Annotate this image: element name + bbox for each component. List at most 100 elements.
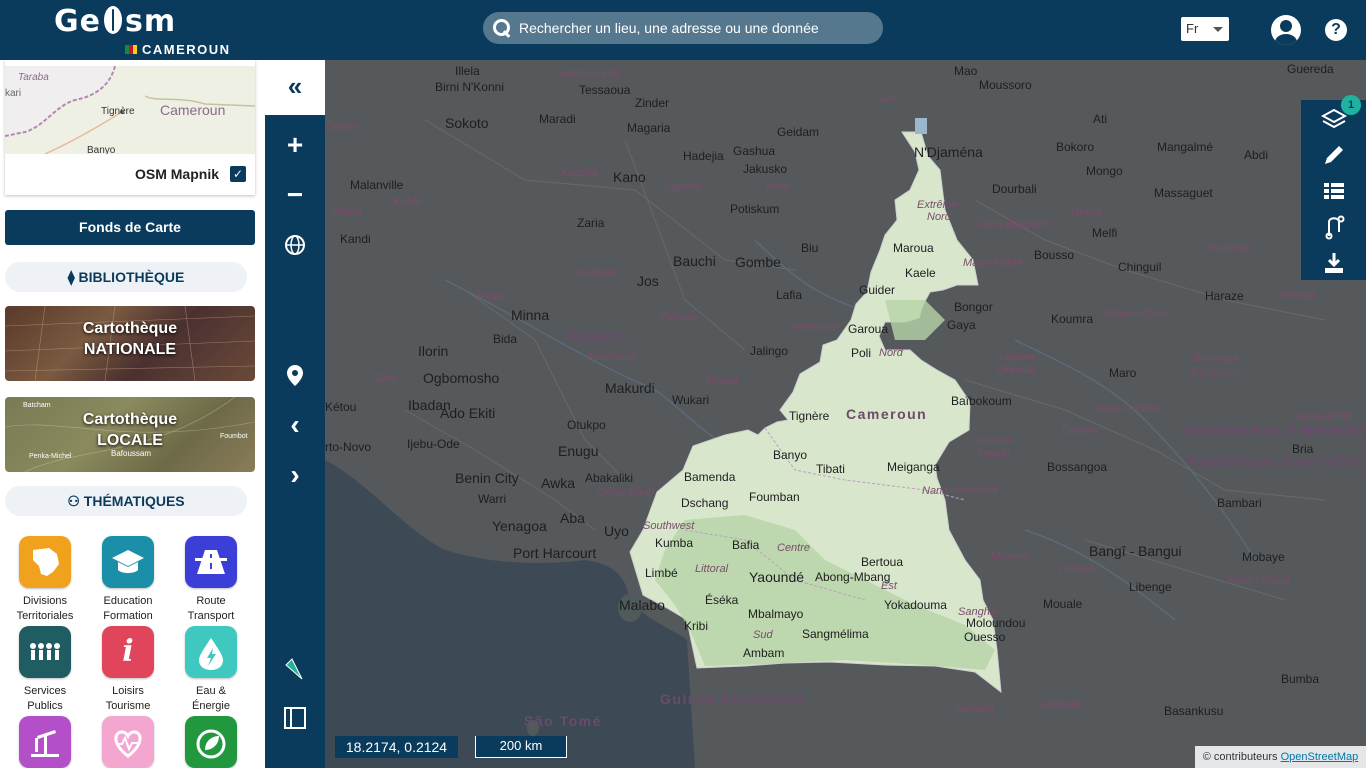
water-drop-icon <box>185 626 237 678</box>
next-view-button[interactable]: › <box>280 460 310 490</box>
map-label: Ködörösêse tî Bêafrîka <box>1184 422 1366 438</box>
collapse-panel-button[interactable]: « <box>265 60 325 115</box>
map-label: Malanville <box>350 178 404 192</box>
map-label: Sokoto <box>445 115 489 131</box>
map-label: Kaele <box>905 266 936 280</box>
theme-environnement[interactable] <box>171 716 251 768</box>
library-icon: ⧫ <box>67 269 79 285</box>
user-account-icon[interactable] <box>1271 15 1301 45</box>
map-label: Nigeria <box>569 328 627 344</box>
map-label: Biu <box>801 241 819 255</box>
geosm-logo[interactable]: Ge sm CAMEROUN <box>54 2 234 58</box>
basemap-thumbnail[interactable]: Taraba kari Tignère Cameroun Banyo <box>5 66 255 154</box>
search-bar[interactable]: Rechercher un lieu, une adresse ou une d… <box>483 12 883 44</box>
map-label: Gombe <box>735 254 781 270</box>
map-label: Tessaoua <box>579 83 631 97</box>
cartotheque-locale-card[interactable]: Cartothèque LOCALE Batcham Foumbot Penka-… <box>5 397 255 472</box>
map-label: Guéra <box>1071 206 1102 218</box>
map-label: Ouesso <box>964 630 1006 644</box>
theme-education-formation[interactable]: Education Formation <box>88 536 168 624</box>
map-label: Centre <box>777 542 811 554</box>
map-label: Nana-Grébizi <box>1094 403 1159 415</box>
map-label: Yenagoa <box>492 518 547 534</box>
health-heart-icon <box>102 716 154 768</box>
globe-icon[interactable] <box>280 230 310 260</box>
openstreetmap-link[interactable]: OpenStreetMap <box>1281 751 1359 763</box>
map-label: Abong-Mbang <box>815 570 891 584</box>
sitemap-icon: ⚇ <box>67 493 84 509</box>
map-label: Guinea Ecuatorial <box>660 691 805 707</box>
map-label: Ati <box>1093 112 1108 126</box>
edit-pencil-icon[interactable] <box>1321 142 1347 168</box>
map-label: Mobaye <box>1242 550 1285 564</box>
basemap-checkbox[interactable]: ✓ <box>230 166 246 182</box>
theme-route-transport[interactable]: Route Transport <box>171 536 251 624</box>
help-icon[interactable]: ? <box>1325 19 1347 41</box>
map-label: Illela <box>455 64 480 78</box>
location-pin-icon[interactable] <box>280 360 310 390</box>
theme-industrie[interactable] <box>5 716 85 768</box>
cartotheque-nationale-card[interactable]: Cartothèque NATIONALE <box>5 306 255 381</box>
map-label: Kano <box>613 169 646 185</box>
bibliotheque-title: BIBLIOTHÈQUE <box>78 269 185 285</box>
basemap-label: OSM Mapnik <box>134 166 219 182</box>
map-label: Bria <box>1292 442 1314 456</box>
info-icon: i <box>102 626 154 678</box>
map-label: Basankusu <box>1164 704 1224 718</box>
map-view[interactable]: Illela Birni N'Konni Tessaoua Madarounfa… <box>325 60 1366 768</box>
map-label: Malabo <box>619 597 665 613</box>
theme-loisirs-tourisme[interactable]: i Loisirs Tourisme <box>88 626 168 714</box>
download-icon[interactable] <box>1321 250 1347 276</box>
table-list-icon[interactable] <box>1321 178 1347 204</box>
map-label: Mbalmayo <box>748 607 804 621</box>
caret-down-icon <box>1213 27 1223 32</box>
map-label: Guereda <box>1287 62 1334 76</box>
thumb-label: Cameroun <box>160 102 226 118</box>
thematiques-header[interactable]: ⚇ THÉMATIQUES <box>5 486 247 516</box>
map-label: Niger <box>477 291 504 303</box>
theme-eau-energie[interactable]: Eau & Énergie <box>171 626 251 714</box>
basemap-card[interactable]: Taraba kari Tignère Cameroun Banyo OSM M… <box>5 60 255 195</box>
map-label: Maradi <box>539 112 576 126</box>
map-label: Dschang <box>681 496 729 510</box>
map-label: Kebbi <box>393 196 422 208</box>
map-label: Plateau <box>660 311 698 323</box>
map-label: Nord-Ubangi <box>1227 575 1290 587</box>
map-label: Sangha- <box>958 606 1000 618</box>
map-label: Katsina <box>561 167 598 179</box>
map-label: Enugu <box>558 443 599 459</box>
bibliotheque-header[interactable]: ⧫ BIBLIOTHÈQUE <box>5 262 247 292</box>
map-label: Melfi <box>1092 226 1118 240</box>
language-value: Fr <box>1186 21 1199 36</box>
theme-sante[interactable] <box>88 716 168 768</box>
map-label: Tibati <box>816 462 845 476</box>
map-label: Bousso <box>1034 248 1075 262</box>
zoom-out-button[interactable]: − <box>280 180 310 210</box>
thumb-label: Foumbot <box>220 433 248 440</box>
map-label: Alibori <box>331 207 362 219</box>
previous-view-button[interactable]: ‹ <box>280 410 310 440</box>
map-label: Bamingui- <box>1193 352 1243 364</box>
map-label: Bida <box>493 332 518 346</box>
map-label: Lobaye <box>1058 563 1095 575</box>
search-input[interactable]: Rechercher un lieu, une adresse ou une d… <box>519 20 819 36</box>
map-label: Garoua <box>848 322 889 336</box>
theme-services-publics[interactable]: Services Publics <box>5 626 85 714</box>
zoom-in-button[interactable]: + <box>280 130 310 160</box>
language-select[interactable]: Fr <box>1181 17 1229 41</box>
theme-divisions-territoriales[interactable]: Divisions Territoriales <box>5 536 85 624</box>
map-label: Zaria <box>577 216 605 230</box>
route-icon[interactable] <box>1321 214 1347 240</box>
thumb-label: kari <box>5 88 22 99</box>
measure-icon[interactable] <box>280 653 310 683</box>
fonds-de-carte-button[interactable]: Fonds de Carte <box>5 210 255 245</box>
sidebar-toggle-icon[interactable] <box>280 703 310 733</box>
thumb-label: Banyo <box>87 145 116 154</box>
thematiques-title: THÉMATIQUES <box>83 493 185 509</box>
map-label: Bambari <box>1217 496 1262 510</box>
map-label: Mbaéré <box>991 550 1029 562</box>
map-label: Bamenda <box>684 470 736 484</box>
oil-pump-icon <box>19 716 71 768</box>
map-label: Lafia <box>776 288 803 302</box>
map-label: Gaya <box>947 318 976 332</box>
